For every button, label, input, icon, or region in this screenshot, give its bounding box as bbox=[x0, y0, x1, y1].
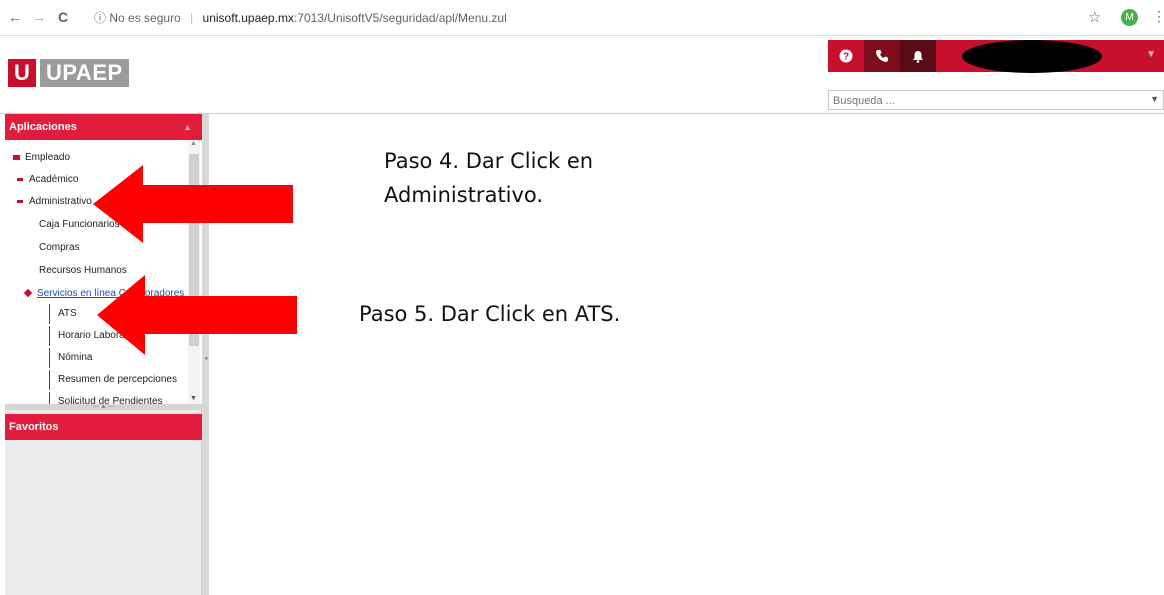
scroll-down-icon[interactable]: ▼ bbox=[190, 395, 197, 402]
tree-label: Empleado bbox=[25, 152, 71, 163]
back-icon[interactable]: ← bbox=[8, 9, 22, 25]
collapse-dash-icon bbox=[17, 199, 23, 203]
logo-mark: U bbox=[8, 59, 36, 87]
forward-icon[interactable]: → bbox=[32, 9, 46, 25]
favoritos-title: Favoritos bbox=[9, 421, 59, 433]
instruction-paso5: Paso 5. Dar Click en ATS. bbox=[359, 302, 621, 326]
search-field[interactable]: ▼ bbox=[828, 90, 1164, 110]
search-dropdown-icon[interactable]: ▼ bbox=[1150, 94, 1159, 104]
tree-label: Administrativo bbox=[29, 196, 92, 207]
chevron-down-icon[interactable]: ▼ bbox=[1146, 49, 1156, 60]
tree-label: Académico bbox=[29, 174, 79, 185]
tree-item-academico[interactable]: Académico bbox=[17, 174, 78, 185]
url-path: :7013/UnisoftV5/seguridad/apl/Menu.zul bbox=[293, 11, 507, 25]
profile-avatar[interactable]: M bbox=[1121, 9, 1138, 26]
favoritos-header[interactable]: Favoritos bbox=[5, 414, 202, 440]
sub-item-resumen-percepciones[interactable]: Resumen de percepciones bbox=[49, 370, 189, 390]
node-diamond-icon bbox=[23, 289, 33, 298]
browser-toolbar: ← → C ⓘ No es seguro | unisoft.upaep.mx:… bbox=[0, 0, 1164, 36]
bell-icon bbox=[913, 51, 923, 63]
notifications-button[interactable] bbox=[900, 40, 936, 72]
search-input[interactable] bbox=[829, 92, 1139, 110]
info-icon[interactable]: ⓘ bbox=[94, 11, 106, 25]
reload-icon[interactable]: C bbox=[58, 9, 68, 25]
scroll-up-icon[interactable]: ▲ bbox=[190, 140, 197, 147]
help-icon: ? bbox=[839, 49, 853, 63]
top-toolbar: ? ▼ bbox=[828, 40, 1164, 73]
help-button[interactable]: ? bbox=[828, 40, 864, 72]
tree-item-empleado[interactable]: Empleado bbox=[13, 152, 70, 163]
tree-label: Compras bbox=[39, 242, 80, 253]
instruction-paso4-line2: Administrativo. bbox=[384, 183, 544, 207]
phone-icon bbox=[876, 50, 888, 62]
node-icon bbox=[13, 154, 20, 160]
collapse-dash-icon bbox=[17, 177, 23, 181]
user-name-redacted[interactable] bbox=[962, 40, 1102, 73]
arrow-paso5-icon bbox=[97, 275, 297, 355]
instruction-paso4: Paso 4. Dar Click en Administrativo. bbox=[384, 144, 593, 212]
instruction-paso4-line1: Paso 4. Dar Click en bbox=[384, 149, 594, 173]
app-header: U UPAEP ? ▼ Busqueda ... ▼ bbox=[0, 36, 1164, 114]
url-separator: | bbox=[190, 11, 194, 25]
browser-menu-icon[interactable]: ⋮ bbox=[1152, 8, 1164, 25]
arrow-paso4-icon bbox=[93, 165, 293, 243]
security-status: No es seguro bbox=[109, 11, 181, 25]
address-bar[interactable]: ⓘ No es seguro | unisoft.upaep.mx:7013/U… bbox=[94, 9, 507, 26]
sub-item-solicitud-pendientes[interactable]: Solicitud de Pendientes bbox=[49, 392, 189, 404]
svg-text:?: ? bbox=[843, 52, 849, 63]
tree-item-administrativo[interactable]: Administrativo bbox=[17, 196, 92, 207]
aplicaciones-header[interactable]: Aplicaciones ▲ bbox=[5, 114, 202, 140]
upaep-logo[interactable]: U UPAEP bbox=[8, 58, 129, 88]
panel-splitter[interactable]: — ▲ — bbox=[5, 404, 202, 410]
phone-button[interactable] bbox=[864, 40, 900, 72]
splitter-grip-icon[interactable]: ◂ bbox=[204, 354, 208, 362]
page: ← → C ⓘ No es seguro | unisoft.upaep.mx:… bbox=[0, 0, 1164, 595]
bookmark-star-icon[interactable]: ☆ bbox=[1088, 8, 1101, 26]
url-host: unisoft.upaep.mx bbox=[202, 11, 294, 25]
logo-text: UPAEP bbox=[40, 59, 129, 87]
tree-item-compras[interactable]: Compras bbox=[39, 242, 80, 253]
collapse-icon[interactable]: ▲ bbox=[183, 114, 192, 140]
aplicaciones-title: Aplicaciones bbox=[9, 121, 77, 133]
